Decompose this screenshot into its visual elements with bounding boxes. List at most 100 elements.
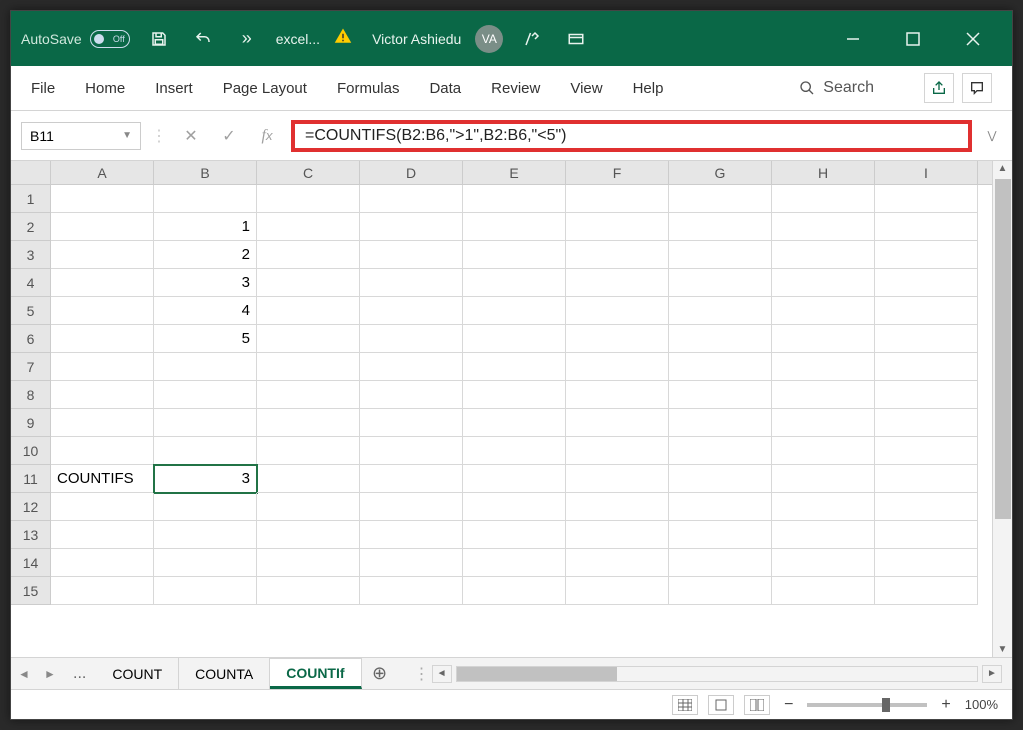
cell[interactable] bbox=[360, 577, 463, 605]
sheet-nav-next[interactable]: ► bbox=[37, 667, 63, 681]
cell[interactable]: 2 bbox=[154, 241, 257, 269]
cell[interactable] bbox=[875, 465, 978, 493]
cell[interactable] bbox=[566, 549, 669, 577]
cell[interactable] bbox=[154, 549, 257, 577]
cell[interactable] bbox=[463, 493, 566, 521]
cell[interactable] bbox=[875, 437, 978, 465]
sheet-tab[interactable]: COUNTA bbox=[179, 658, 270, 689]
cell[interactable] bbox=[875, 213, 978, 241]
cell[interactable] bbox=[772, 409, 875, 437]
cell[interactable] bbox=[772, 437, 875, 465]
cell[interactable] bbox=[463, 549, 566, 577]
cell[interactable] bbox=[772, 353, 875, 381]
cell[interactable] bbox=[566, 493, 669, 521]
cell[interactable] bbox=[51, 353, 154, 381]
cell[interactable] bbox=[360, 409, 463, 437]
cell[interactable] bbox=[154, 493, 257, 521]
tab-formulas[interactable]: Formulas bbox=[337, 80, 400, 97]
cell[interactable] bbox=[669, 241, 772, 269]
cell[interactable] bbox=[772, 465, 875, 493]
sheet-tab[interactable]: COUNTIf bbox=[270, 658, 361, 689]
tab-data[interactable]: Data bbox=[429, 80, 461, 97]
tab-view[interactable]: View bbox=[570, 80, 602, 97]
column-header[interactable]: G bbox=[669, 161, 772, 184]
cell[interactable] bbox=[257, 325, 360, 353]
cell[interactable] bbox=[772, 577, 875, 605]
cell[interactable]: 5 bbox=[154, 325, 257, 353]
cell[interactable] bbox=[154, 577, 257, 605]
cell[interactable] bbox=[154, 437, 257, 465]
cell[interactable] bbox=[463, 297, 566, 325]
cell[interactable] bbox=[463, 437, 566, 465]
avatar[interactable]: VA bbox=[475, 25, 503, 53]
cell[interactable] bbox=[669, 549, 772, 577]
cell[interactable] bbox=[51, 381, 154, 409]
zoom-in-button[interactable]: + bbox=[937, 696, 954, 714]
close-button[interactable] bbox=[958, 24, 988, 54]
cell[interactable] bbox=[257, 437, 360, 465]
cell[interactable] bbox=[875, 297, 978, 325]
cell[interactable] bbox=[669, 381, 772, 409]
row-header[interactable]: 15 bbox=[11, 577, 51, 605]
cell[interactable] bbox=[463, 269, 566, 297]
cell[interactable] bbox=[875, 325, 978, 353]
cell[interactable] bbox=[669, 353, 772, 381]
cell[interactable] bbox=[51, 549, 154, 577]
zoom-thumb[interactable] bbox=[882, 698, 890, 712]
cell[interactable] bbox=[360, 269, 463, 297]
cell[interactable] bbox=[669, 577, 772, 605]
cell[interactable] bbox=[875, 577, 978, 605]
cell[interactable] bbox=[51, 185, 154, 213]
row-header[interactable]: 9 bbox=[11, 409, 51, 437]
cell[interactable] bbox=[463, 241, 566, 269]
cell[interactable] bbox=[566, 297, 669, 325]
cell[interactable] bbox=[257, 549, 360, 577]
grip-icon[interactable]: ⋮ bbox=[408, 664, 428, 684]
comments-button[interactable] bbox=[962, 73, 992, 103]
cell[interactable] bbox=[669, 465, 772, 493]
row-header[interactable]: 7 bbox=[11, 353, 51, 381]
cancel-formula-button[interactable]: ✕ bbox=[177, 122, 205, 150]
cell[interactable] bbox=[360, 185, 463, 213]
cell[interactable] bbox=[566, 213, 669, 241]
name-box[interactable]: B11 ▼ bbox=[21, 122, 141, 150]
cell[interactable] bbox=[360, 325, 463, 353]
cell[interactable] bbox=[566, 521, 669, 549]
cell[interactable] bbox=[772, 269, 875, 297]
cell[interactable] bbox=[257, 521, 360, 549]
cell[interactable] bbox=[360, 241, 463, 269]
cell[interactable] bbox=[257, 577, 360, 605]
cell[interactable] bbox=[463, 213, 566, 241]
cell[interactable] bbox=[257, 409, 360, 437]
scroll-down-icon[interactable]: ▼ bbox=[993, 644, 1012, 655]
cell[interactable] bbox=[772, 381, 875, 409]
cell[interactable] bbox=[360, 353, 463, 381]
row-header[interactable]: 1 bbox=[11, 185, 51, 213]
column-header[interactable]: F bbox=[566, 161, 669, 184]
cell[interactable] bbox=[257, 493, 360, 521]
cell[interactable] bbox=[875, 241, 978, 269]
share-button[interactable] bbox=[924, 73, 954, 103]
tab-help[interactable]: Help bbox=[633, 80, 664, 97]
tab-review[interactable]: Review bbox=[491, 80, 540, 97]
cell[interactable] bbox=[566, 241, 669, 269]
cell[interactable] bbox=[669, 325, 772, 353]
row-header[interactable]: 12 bbox=[11, 493, 51, 521]
cell[interactable] bbox=[51, 325, 154, 353]
add-sheet-button[interactable]: ⊕ bbox=[362, 662, 398, 685]
cell[interactable] bbox=[669, 269, 772, 297]
cell[interactable] bbox=[154, 381, 257, 409]
cell[interactable] bbox=[463, 521, 566, 549]
cell[interactable] bbox=[257, 353, 360, 381]
cell[interactable] bbox=[566, 409, 669, 437]
cell[interactable] bbox=[875, 549, 978, 577]
column-header[interactable]: C bbox=[257, 161, 360, 184]
cell[interactable] bbox=[257, 213, 360, 241]
cell[interactable] bbox=[257, 241, 360, 269]
cell[interactable] bbox=[875, 269, 978, 297]
cell[interactable] bbox=[51, 577, 154, 605]
horizontal-scroll-thumb[interactable] bbox=[457, 667, 617, 681]
cell[interactable] bbox=[566, 353, 669, 381]
cell[interactable] bbox=[360, 493, 463, 521]
select-all-corner[interactable] bbox=[11, 161, 51, 184]
